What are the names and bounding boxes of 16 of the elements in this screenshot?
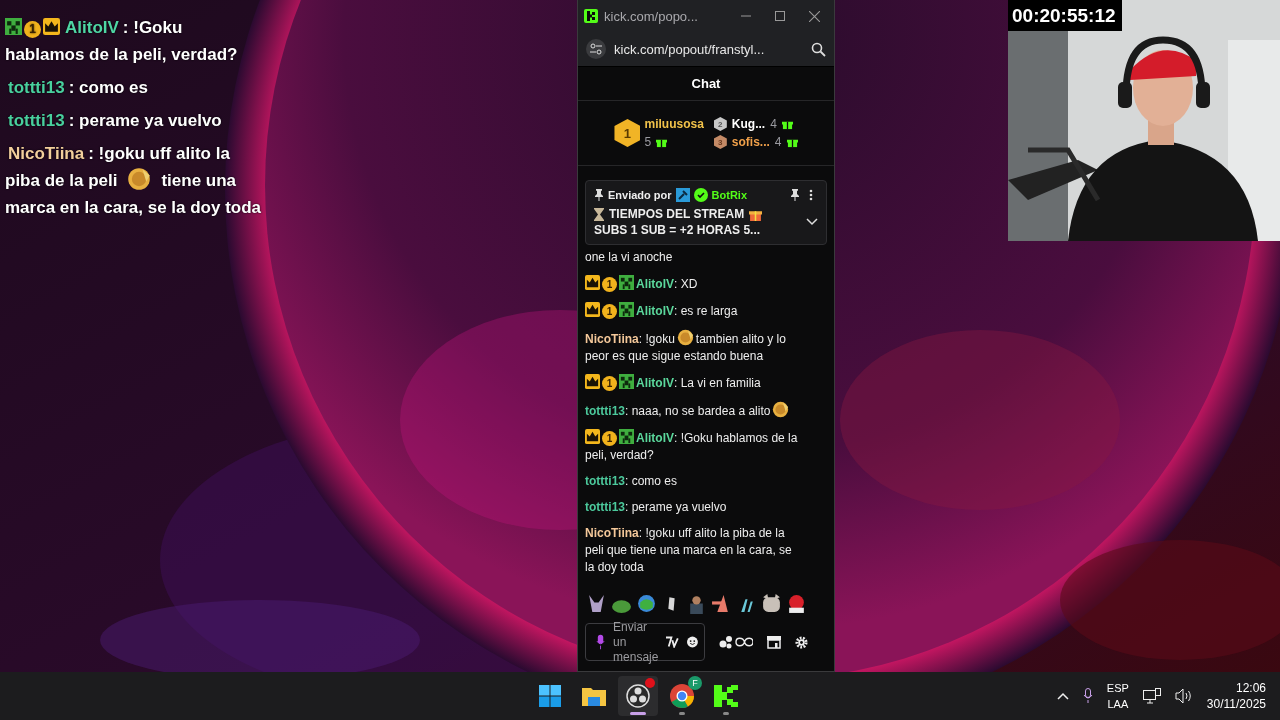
circle-logo-icon [625, 683, 651, 709]
volume-icon[interactable] [1174, 688, 1193, 704]
start-icon [538, 684, 562, 708]
network-icon[interactable] [1142, 688, 1161, 704]
taskbar-app[interactable] [618, 676, 658, 716]
folder-icon [581, 685, 607, 707]
logo-icon [713, 683, 739, 709]
language-indicator[interactable]: LAA [1107, 696, 1129, 712]
microphone-icon[interactable] [1082, 688, 1093, 704]
profile-badge: F [688, 676, 702, 690]
clock-date[interactable]: 30/11/2025 [1206, 696, 1266, 712]
clock-time[interactable]: 12:06 [1235, 680, 1266, 696]
language-indicator[interactable]: ESP [1106, 680, 1129, 696]
browser-icon [669, 683, 695, 709]
chevron-up-icon[interactable] [1056, 692, 1069, 700]
taskbar-app[interactable]: F [662, 676, 702, 716]
